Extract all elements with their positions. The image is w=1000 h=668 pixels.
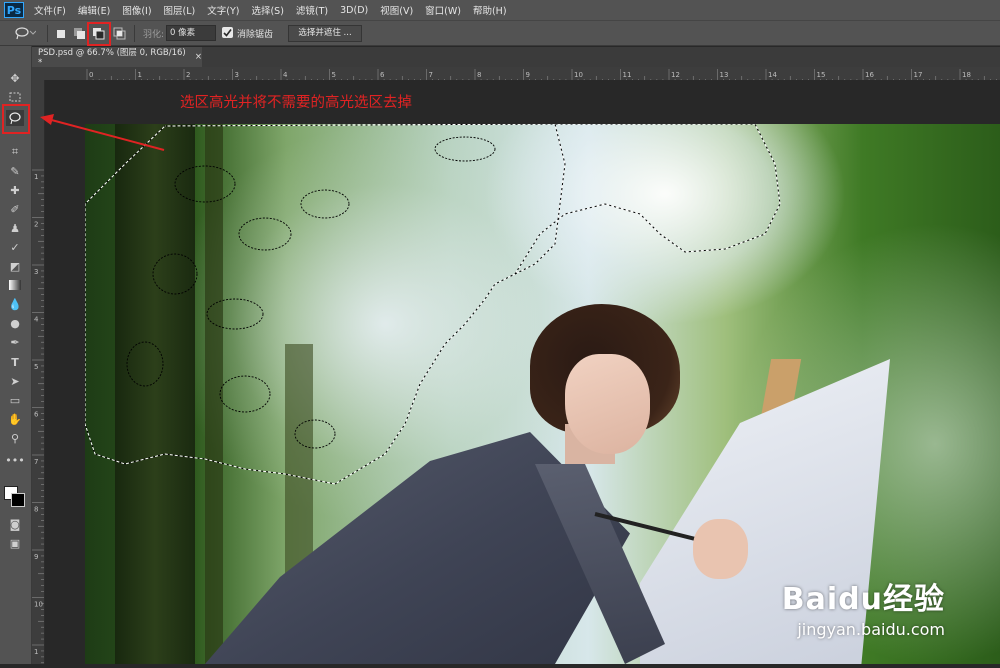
ruler-label: 5	[332, 71, 336, 79]
hand-tool-icon[interactable]: ✋	[6, 411, 24, 427]
menu-bar: Ps 文件(F) 编辑(E) 图像(I) 图层(L) 文字(Y) 选择(S) 滤…	[0, 0, 1000, 20]
tools-panel: ✥ ⌗ ✎ ✚ ✐ ♟ ✓ ◩ 💧 ● ✒ T ➤ ▭ ✋ ⚲ ••• ◙ ▣	[0, 46, 32, 664]
ruler-label: 6	[380, 71, 385, 79]
menu-view[interactable]: 视图(V)	[380, 3, 413, 17]
rectangle-tool-icon[interactable]: ▭	[6, 392, 24, 408]
tree-trunk	[205, 124, 223, 664]
quick-mask-icon[interactable]: ◙	[6, 516, 24, 532]
options-bar: 羽化: 0 像素 消除锯齿 选择并遮住 ...	[0, 20, 1000, 46]
background-color-swatch[interactable]	[11, 493, 25, 507]
ruler-label: 1	[138, 71, 142, 79]
menu-help[interactable]: 帮助(H)	[473, 3, 507, 17]
marquee-tool-icon[interactable]	[6, 89, 24, 105]
ruler-label: 17	[914, 71, 923, 79]
ruler-label: 1	[34, 173, 38, 181]
antialias-label: 消除锯齿	[237, 30, 274, 40]
menu-file[interactable]: 文件(F)	[34, 3, 66, 17]
ruler-label: 12	[671, 71, 680, 79]
ruler-label: 18	[962, 71, 971, 79]
document-tab-title: PSD.psd @ 66.7% (图层 0, RGB/16) *	[38, 48, 186, 68]
ruler-label: 10	[34, 601, 43, 609]
ruler-label: 13	[720, 71, 729, 79]
menu-type[interactable]: 文字(Y)	[207, 3, 239, 17]
path-selection-icon[interactable]: ➤	[6, 373, 24, 389]
photoshop-logo: Ps	[4, 2, 24, 18]
ruler-label: 9	[34, 553, 38, 561]
new-selection-icon[interactable]	[56, 29, 66, 39]
eraser-tool-icon[interactable]: ◩	[6, 258, 24, 274]
menu-filter[interactable]: 滤镜(T)	[296, 3, 328, 17]
intersect-selection-icon[interactable]	[113, 27, 126, 40]
watermark-url: jingyan.baidu.com	[797, 620, 945, 639]
ruler-label: 3	[235, 71, 239, 79]
menu-3d[interactable]: 3D(D)	[340, 5, 368, 16]
ruler-label: 3	[34, 268, 38, 276]
ruler-label: 5	[34, 363, 38, 371]
vertical-ruler-ticks: 1 2 3 4 5 6 7 8 9 10 1	[32, 169, 44, 664]
dodge-tool-icon[interactable]: ●	[6, 315, 24, 331]
feather-input[interactable]: 0 像素	[166, 25, 216, 41]
history-brush-icon[interactable]: ✓	[6, 239, 24, 255]
type-tool-icon[interactable]: T	[6, 354, 24, 370]
ruler-corner	[32, 67, 85, 80]
ruler-label: 2	[186, 71, 190, 79]
feather-label: 羽化:	[143, 30, 165, 40]
watermark-logo: Baidu经验	[781, 582, 945, 617]
ruler-label: 1	[34, 648, 38, 656]
checkmark-icon	[223, 29, 232, 37]
move-tool-icon[interactable]: ✥	[6, 70, 24, 86]
vertical-ruler: 1 2 3 4 5 6 7 8 9 10 1	[32, 80, 45, 664]
ruler-label: 10	[574, 71, 583, 79]
blur-tool-icon[interactable]: 💧	[6, 296, 24, 312]
healing-brush-icon[interactable]: ✚	[6, 182, 24, 198]
brush-tool-icon[interactable]: ✐	[6, 201, 24, 217]
lasso-tool-icon[interactable]	[6, 110, 24, 126]
ruler-label: 4	[283, 71, 288, 79]
close-icon[interactable]: ×	[195, 52, 202, 62]
annotation-arrow-icon	[40, 114, 165, 151]
screen-mode-icon[interactable]: ▣	[6, 535, 24, 551]
ruler-label: 6	[34, 411, 39, 419]
ruler-label: 0	[89, 71, 93, 79]
more-tools-icon[interactable]: •••	[5, 452, 24, 468]
document-tab[interactable]: PSD.psd @ 66.7% (图层 0, RGB/16) * ×	[32, 47, 202, 68]
ruler-label: 2	[34, 221, 38, 229]
canvas-area[interactable]: Baidu经验 jingyan.baidu.com	[45, 80, 1000, 664]
pen-tool-icon[interactable]: ✒	[6, 334, 24, 350]
menu-window[interactable]: 窗口(W)	[425, 3, 461, 17]
select-and-mask-button[interactable]: 选择并遮住 ...	[288, 25, 362, 42]
ruler-label: 8	[477, 71, 481, 79]
woman-hand	[693, 519, 748, 579]
zoom-tool-icon[interactable]: ⚲	[6, 430, 24, 446]
tree-trunk	[115, 124, 195, 664]
ruler-label: 7	[34, 458, 38, 466]
crop-tool-icon[interactable]: ⌗	[6, 144, 24, 160]
ruler-label: 11	[623, 71, 632, 79]
ruler-label: 16	[865, 71, 874, 79]
menu-edit[interactable]: 编辑(E)	[78, 3, 110, 17]
add-to-selection-icon[interactable]	[73, 27, 86, 40]
tutorial-annotation: 选区高光并将不需要的高光选区去掉	[180, 95, 412, 111]
menu-select[interactable]: 选择(S)	[251, 3, 283, 17]
lasso-preset-icon[interactable]	[14, 26, 36, 40]
horizontal-ruler: 012345678910111213141516171819	[85, 67, 1000, 82]
clone-stamp-icon[interactable]: ♟	[6, 220, 24, 236]
photo-canvas[interactable]: Baidu经验 jingyan.baidu.com	[85, 124, 1000, 664]
woman-face	[565, 354, 650, 454]
ruler-label: 9	[526, 71, 530, 79]
menu-layer[interactable]: 图层(L)	[164, 3, 196, 17]
ruler-label: 7	[429, 71, 433, 79]
menu-image[interactable]: 图像(I)	[122, 3, 151, 17]
ruler-label: 8	[34, 506, 38, 514]
subtract-from-selection-icon[interactable]	[92, 27, 105, 40]
gradient-tool-icon[interactable]	[6, 277, 24, 293]
watermark: Baidu经验 jingyan.baidu.com	[782, 574, 945, 639]
ruler-label: 15	[817, 71, 826, 79]
ruler-label: 4	[34, 316, 39, 324]
antialias-checkbox[interactable]	[222, 27, 233, 38]
eyedropper-tool-icon[interactable]: ✎	[6, 163, 24, 179]
document-tab-bar: PSD.psd @ 66.7% (图层 0, RGB/16) * ×	[32, 47, 1000, 68]
ruler-label: 14	[768, 71, 777, 79]
